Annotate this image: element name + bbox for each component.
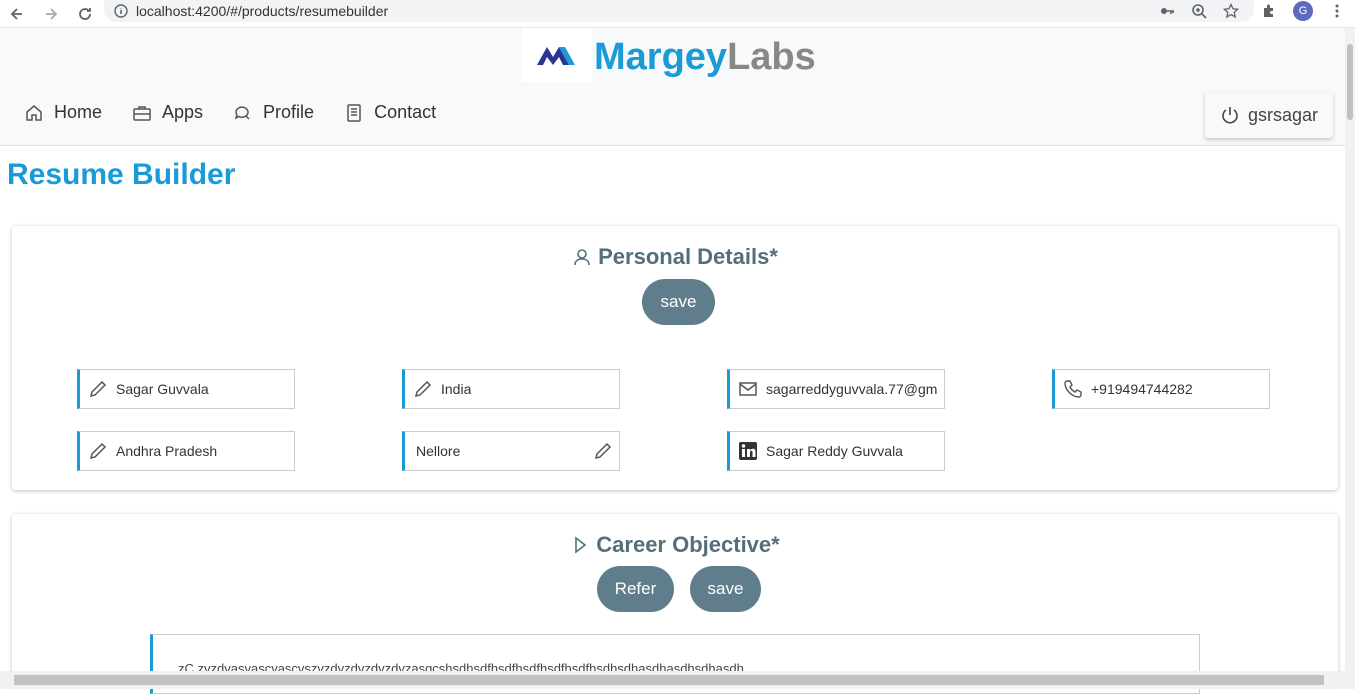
- country-field[interactable]: India: [402, 369, 620, 409]
- linkedin-icon: [739, 442, 757, 460]
- personal-details-card: Personal Details* save Sagar Guvvala Ind…: [12, 226, 1338, 490]
- phone-field[interactable]: +919494744282: [1052, 369, 1270, 409]
- power-icon: [1222, 107, 1238, 124]
- document-icon: [347, 103, 361, 122]
- pencil-icon: [89, 442, 107, 460]
- phone-icon: [1064, 380, 1082, 398]
- nav-profile[interactable]: Profile: [233, 102, 314, 123]
- pencil-icon: [414, 380, 432, 398]
- browser-actions: G: [1159, 0, 1345, 22]
- home-icon: [26, 104, 42, 121]
- key-icon[interactable]: [1159, 3, 1175, 19]
- more-menu-icon[interactable]: [1329, 3, 1345, 19]
- zoom-icon[interactable]: [1191, 3, 1207, 19]
- chat-icon: [234, 105, 250, 120]
- play-triangle-icon: [575, 536, 587, 554]
- main-nav: Home Apps Profile Contact: [24, 102, 436, 123]
- nav-contact[interactable]: Contact: [344, 102, 436, 123]
- personal-details-heading: Personal Details*: [12, 244, 1338, 270]
- back-icon[interactable]: [6, 3, 28, 25]
- personal-details-title: Personal Details*: [598, 244, 778, 269]
- reload-icon[interactable]: [74, 3, 96, 25]
- linkedin-field[interactable]: Sagar Reddy Guvvala: [727, 431, 945, 471]
- logo-mark[interactable]: [522, 28, 592, 82]
- logo-secondary-text: Labs: [727, 36, 816, 78]
- page-title: Resume Builder: [7, 158, 236, 191]
- horizontal-scroll-thumb[interactable]: [14, 675, 1324, 685]
- career-save-button[interactable]: save: [690, 566, 761, 612]
- nav-apps[interactable]: Apps: [132, 102, 203, 123]
- country-value: India: [441, 381, 472, 397]
- person-icon: [574, 249, 590, 266]
- nav-contact-label: Contact: [374, 102, 437, 122]
- city-value: Nellore: [416, 443, 461, 459]
- logo-icon: [537, 47, 575, 65]
- career-objective-title: Career Objective*: [596, 532, 780, 557]
- nav-profile-label: Profile: [263, 102, 315, 122]
- phone-value: +919494744282: [1091, 381, 1193, 397]
- extensions-icon[interactable]: [1261, 3, 1277, 19]
- personal-save-button[interactable]: save: [642, 279, 715, 325]
- email-field[interactable]: sagarreddyguvvala.77@gm: [727, 369, 945, 409]
- name-value: Sagar Guvvala: [116, 381, 209, 397]
- mail-icon: [739, 382, 757, 396]
- logo-primary-text: Margey: [594, 36, 728, 78]
- refer-button[interactable]: Refer: [597, 566, 674, 612]
- user-logout-button[interactable]: gsrsagar: [1205, 92, 1333, 138]
- nav-apps-label: Apps: [162, 102, 204, 122]
- city-field[interactable]: Nellore: [402, 431, 620, 471]
- logo-wordmark[interactable]: MargeyLabs: [594, 36, 816, 79]
- profile-avatar[interactable]: G: [1293, 1, 1313, 21]
- url-text: localhost:4200/#/products/resumebuilder: [136, 3, 389, 19]
- name-field[interactable]: Sagar Guvvala: [77, 369, 295, 409]
- nav-home-label: Home: [54, 102, 103, 122]
- browser-toolbar: localhost:4200/#/products/resumebuilder …: [0, 0, 1355, 28]
- career-objective-heading: Career Objective*: [12, 532, 1338, 558]
- info-icon[interactable]: [114, 4, 128, 18]
- app-header: MargeyLabs Home Apps Profile Contact gsr…: [0, 28, 1345, 146]
- pencil-icon: [89, 380, 107, 398]
- career-objective-card: Career Objective* Refer save zC zvzdvasv…: [12, 514, 1338, 694]
- email-value: sagarreddyguvvala.77@gm: [766, 381, 938, 397]
- address-bar[interactable]: localhost:4200/#/products/resumebuilder: [104, 0, 1254, 22]
- vertical-scrollbar[interactable]: [1345, 28, 1355, 673]
- horizontal-scrollbar[interactable]: [0, 671, 1355, 689]
- linkedin-value: Sagar Reddy Guvvala: [766, 443, 903, 459]
- briefcase-icon: [133, 105, 151, 121]
- user-name: gsrsagar: [1247, 104, 1319, 125]
- forward-icon[interactable]: [40, 3, 62, 25]
- vertical-scroll-thumb[interactable]: [1347, 44, 1353, 120]
- state-value: Andhra Pradesh: [116, 443, 218, 459]
- state-field[interactable]: Andhra Pradesh: [77, 431, 295, 471]
- nav-home[interactable]: Home: [24, 102, 102, 123]
- star-icon[interactable]: [1223, 3, 1239, 19]
- pencil-icon: [594, 442, 612, 460]
